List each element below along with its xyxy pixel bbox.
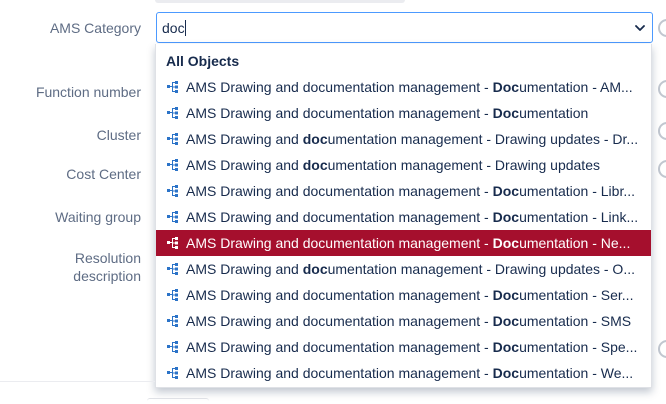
divider: [0, 381, 155, 382]
option-text-suffix: umentation - AM...: [519, 79, 633, 95]
option-text-match: doc: [302, 131, 328, 147]
option-text-match: Doc: [492, 287, 520, 303]
option-text-suffix: umentation management - Drawing updates: [327, 157, 600, 173]
hierarchy-object-icon: [167, 185, 178, 197]
hierarchy-object-icon: [167, 237, 178, 249]
option-text-match: doc: [302, 157, 328, 173]
option-text-prefix: AMS Drawing and documentation management…: [186, 79, 493, 95]
option-text-match: Doc: [492, 235, 520, 251]
option-text-suffix: umentation - Libr...: [519, 183, 636, 199]
field-action-icon[interactable]: [658, 340, 666, 358]
option-text-prefix: AMS Drawing and: [186, 131, 303, 147]
option-text-prefix: AMS Drawing and documentation management…: [186, 209, 493, 225]
waiting-group-label: Waiting group: [55, 209, 141, 225]
dropdown-option[interactable]: AMS Drawing and documentation management…: [156, 360, 651, 386]
option-text-suffix: umentation - Link...: [519, 209, 639, 225]
dropdown-option[interactable]: AMS Drawing and documentation management…: [156, 178, 651, 204]
dropdown-option[interactable]: AMS Drawing and documentation management…: [156, 100, 651, 126]
dropdown-option[interactable]: AMS Drawing and documentation management…: [156, 256, 651, 282]
hierarchy-object-icon: [167, 159, 178, 171]
cluster-label: Cluster: [96, 127, 141, 143]
cost-center-label: Cost Center: [66, 166, 141, 182]
dropdown-option[interactable]: AMS Drawing and documentation management…: [156, 152, 651, 178]
dropdown-option[interactable]: AMS Drawing and documentation management…: [156, 204, 651, 230]
hierarchy-object-icon: [167, 107, 178, 119]
option-text-prefix: AMS Drawing and documentation management…: [186, 287, 493, 303]
option-text-suffix: umentation - Ser...: [519, 287, 634, 303]
option-text-match: Doc: [492, 339, 520, 355]
dropdown-option[interactable]: AMS Drawing and documentation management…: [156, 74, 651, 100]
option-text-suffix: umentation - Ne...: [519, 235, 631, 251]
option-text-match: doc: [302, 261, 328, 277]
option-text-match: Doc: [492, 365, 520, 381]
option-text-suffix: umentation - Spe...: [519, 339, 638, 355]
dropdown-option[interactable]: AMS Drawing and documentation management…: [156, 308, 651, 334]
option-text-prefix: AMS Drawing and documentation management…: [186, 235, 493, 251]
hierarchy-object-icon: [167, 133, 178, 145]
group-header: All Objects: [166, 53, 240, 69]
field-action-icon[interactable]: [658, 19, 666, 37]
hierarchy-object-icon: [167, 315, 178, 327]
ams-category-search-input[interactable]: doc: [162, 19, 186, 37]
option-text-suffix: umentation - We...: [519, 365, 634, 381]
option-text-match: Doc: [492, 183, 520, 199]
hierarchy-object-icon: [167, 211, 178, 223]
dropdown-option[interactable]: AMS Drawing and documentation management…: [156, 334, 651, 360]
option-text-prefix: AMS Drawing and: [186, 157, 303, 173]
resolution-description-label: Resolution description: [1, 249, 141, 285]
previous-field-stub: [155, 0, 405, 3]
option-text-prefix: AMS Drawing and documentation management…: [186, 313, 493, 329]
option-text-match: Doc: [492, 209, 520, 225]
ams-category-select[interactable]: doc: [156, 12, 653, 43]
option-text-match: Doc: [492, 313, 520, 329]
ams-category-label: AMS Category: [49, 20, 141, 36]
option-text-prefix: AMS Drawing and documentation management…: [186, 339, 493, 355]
ams-category-dropdown: All Objects AMS Drawing and documentatio…: [155, 44, 652, 388]
resolution-label-line1: Resolution: [74, 250, 141, 266]
chevron-down-icon[interactable]: [634, 22, 646, 34]
hierarchy-object-icon: [167, 263, 178, 275]
option-text-suffix: umentation management - Drawing updates …: [327, 131, 639, 147]
option-text-suffix: umentation: [519, 105, 589, 121]
hierarchy-object-icon: [167, 367, 178, 379]
option-text-prefix: AMS Drawing and: [186, 261, 303, 277]
option-text-prefix: AMS Drawing and documentation management…: [186, 183, 493, 199]
option-text-suffix: umentation management - Drawing updates …: [327, 261, 635, 277]
function-number-label: Function number: [35, 84, 141, 100]
dropdown-option[interactable]: AMS Drawing and documentation management…: [156, 230, 651, 256]
footer-button-stub[interactable]: [147, 398, 209, 404]
hierarchy-object-icon: [167, 289, 178, 301]
option-text-prefix: AMS Drawing and documentation management…: [186, 105, 493, 121]
field-action-icon[interactable]: [658, 160, 666, 178]
option-text-match: Doc: [492, 105, 520, 121]
option-text-match: Doc: [492, 79, 520, 95]
hierarchy-object-icon: [167, 81, 178, 93]
field-action-icon[interactable]: [658, 122, 666, 140]
option-text-suffix: umentation - SMS: [519, 313, 632, 329]
option-text-prefix: AMS Drawing and documentation management…: [186, 365, 493, 381]
dropdown-option[interactable]: AMS Drawing and documentation management…: [156, 282, 651, 308]
field-action-icon[interactable]: [658, 80, 666, 98]
hierarchy-object-icon: [167, 341, 178, 353]
dropdown-option[interactable]: AMS Drawing and documentation management…: [156, 126, 651, 152]
resolution-label-line2: description: [73, 268, 141, 284]
